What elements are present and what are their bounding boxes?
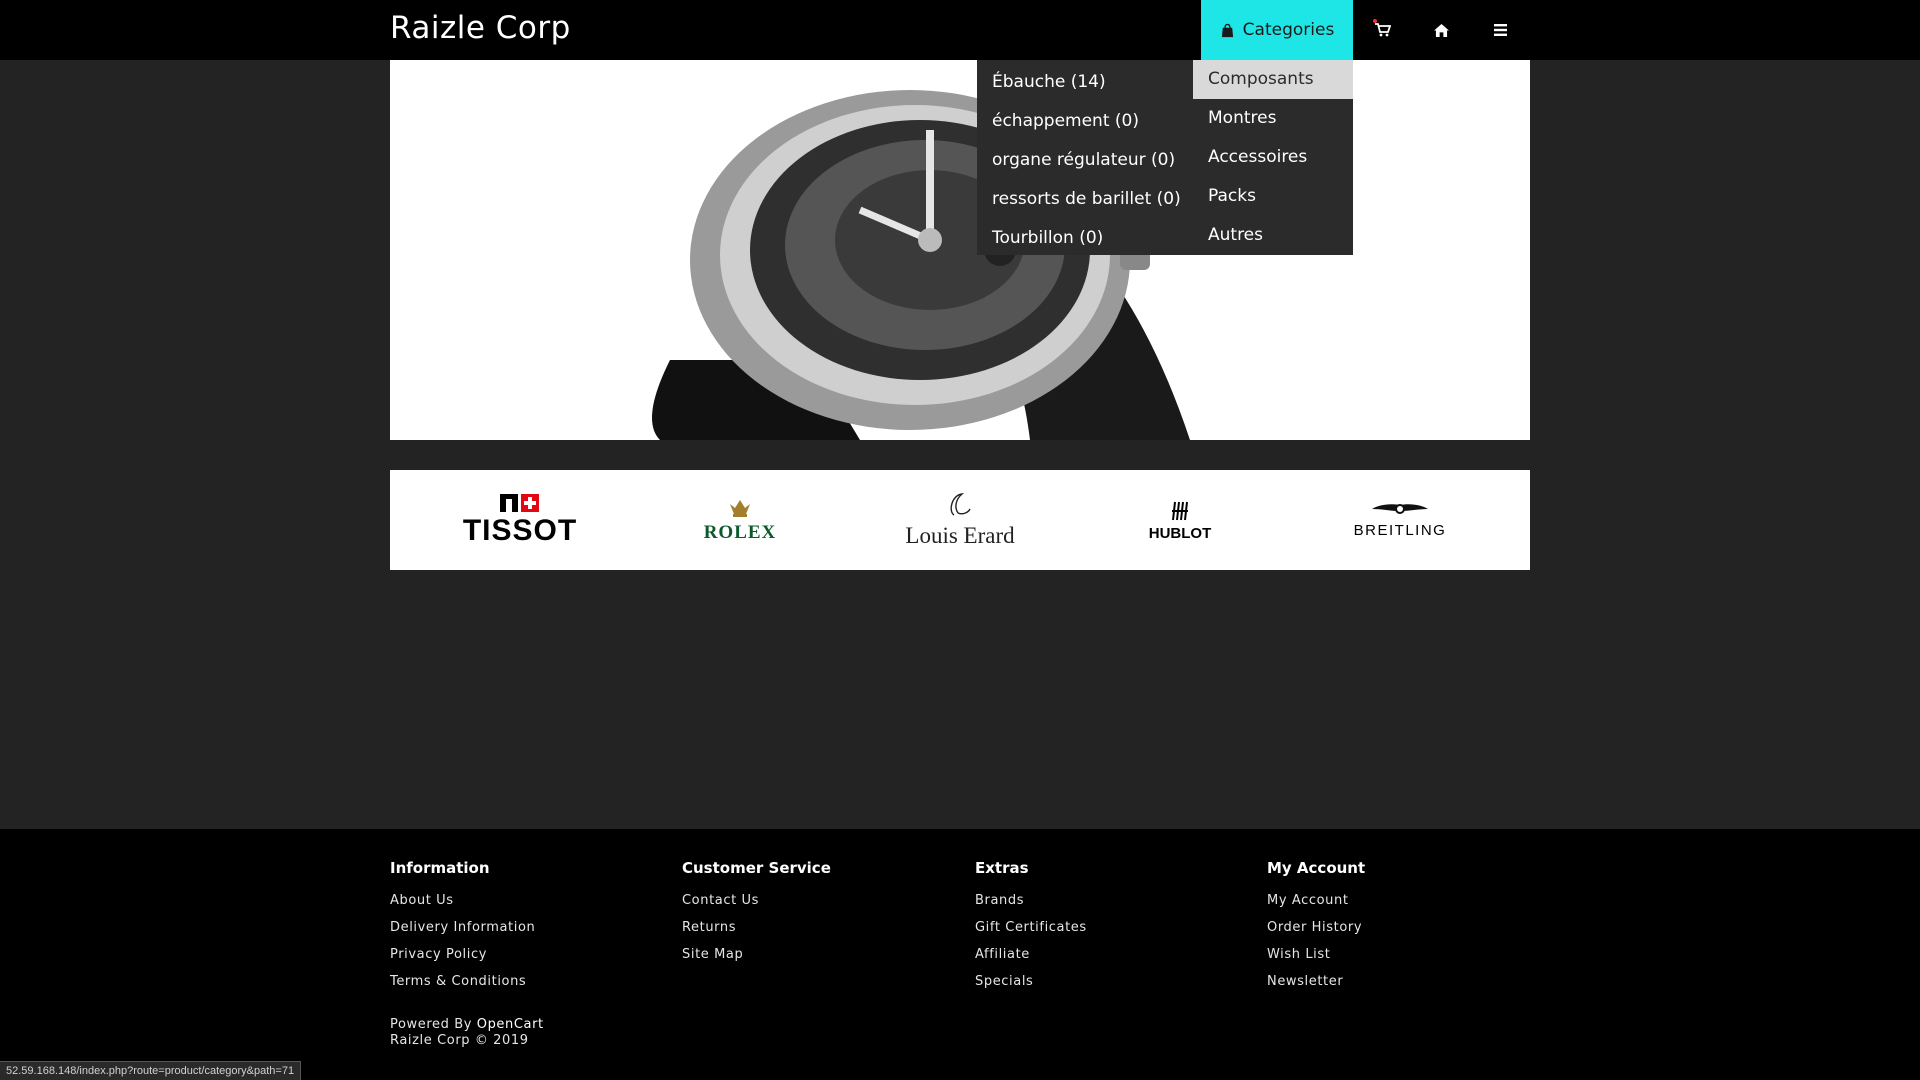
browser-status-url: 52.59.168.148/index.php?route=product/ca… (0, 1061, 302, 1080)
shopping-bag-icon (1221, 23, 1233, 37)
footer-column-my-account: My Account My Account Order History Wish… (1267, 859, 1365, 995)
brand-logo-louis-erard[interactable]: Louis Erard (860, 491, 1060, 549)
footer-link-privacy[interactable]: Privacy Policy (390, 941, 535, 968)
hublot-mark-icon (1172, 501, 1188, 520)
hamburger-icon (1494, 24, 1507, 36)
categories-label: Categories (1242, 20, 1335, 40)
brand-name: Louis Erard (905, 523, 1015, 548)
home-button[interactable] (1412, 0, 1471, 60)
subcategory-item[interactable]: Ébauche (14) (977, 63, 1193, 102)
subcategory-item[interactable]: organe régulateur (0) (977, 141, 1193, 180)
brand-name: TISSOT (462, 514, 578, 547)
brand-carousel: TISSOT ROLEX Louis Erard HUBLOT BREITLIN… (390, 470, 1530, 570)
footer-link-wish-list[interactable]: Wish List (1267, 941, 1365, 968)
footer-heading: Information (390, 859, 490, 877)
le-monogram-icon (950, 493, 971, 516)
footer-link-site-map[interactable]: Site Map (682, 941, 831, 968)
footer-link-terms[interactable]: Terms & Conditions (390, 968, 535, 995)
subcategory-item[interactable]: ressorts de barillet (0) (977, 180, 1193, 219)
site-logo[interactable]: Raizle Corp (390, 10, 571, 46)
powered-prefix: Powered By (390, 1017, 477, 1032)
copyright: Raizle Corp © 2019 (390, 1033, 529, 1048)
tissot-cross-icon (500, 494, 539, 512)
brand-name: HUBLOT (1148, 524, 1212, 542)
footer-column-information: Information About Us Delivery Informatio… (390, 859, 535, 995)
subcategory-item[interactable]: échappement (0) (977, 102, 1193, 141)
category-item-composants[interactable]: Composants (1193, 60, 1353, 99)
footer-link-about-us[interactable]: About Us (390, 887, 535, 914)
top-navbar: Raizle Corp Categories (0, 0, 1920, 60)
brand-name: BREITLING (1353, 522, 1447, 539)
footer-link-returns[interactable]: Returns (682, 914, 831, 941)
menu-button[interactable] (1471, 0, 1530, 60)
footer-heading: Customer Service (682, 859, 831, 877)
opencart-link[interactable]: OpenCart (477, 1017, 544, 1032)
subcategory-item[interactable]: Tourbillon (0) (977, 219, 1193, 258)
footer-heading: Extras (975, 859, 1029, 877)
footer-link-gift-certificates[interactable]: Gift Certificates (975, 914, 1087, 941)
brand-name: ROLEX (703, 522, 777, 543)
brand-logo-tissot[interactable]: TISSOT (420, 494, 620, 546)
footer-link-delivery[interactable]: Delivery Information (390, 914, 535, 941)
site-footer: Information About Us Delivery Informatio… (0, 829, 1920, 1080)
cart-badge (1373, 19, 1377, 23)
footer-link-my-account[interactable]: My Account (1267, 887, 1365, 914)
category-item-montres[interactable]: Montres (1193, 99, 1353, 138)
footer-column-customer-service: Customer Service Contact Us Returns Site… (682, 859, 831, 968)
brand-logo-hublot[interactable]: HUBLOT (1080, 500, 1280, 541)
footer-link-contact[interactable]: Contact Us (682, 887, 831, 914)
category-item-accessoires[interactable]: Accessoires (1193, 138, 1353, 177)
categories-menu-button[interactable]: Categories (1201, 0, 1353, 60)
home-icon (1434, 23, 1449, 37)
footer-link-affiliate[interactable]: Affiliate (975, 941, 1087, 968)
footer-link-specials[interactable]: Specials (975, 968, 1087, 995)
footer-heading: My Account (1267, 859, 1366, 877)
cart-icon (1374, 23, 1391, 37)
category-item-autres[interactable]: Autres (1193, 216, 1353, 255)
crown-icon (730, 500, 750, 517)
brand-logo-breitling[interactable]: BREITLING (1300, 501, 1500, 539)
footer-link-brands[interactable]: Brands (975, 887, 1087, 914)
hero-banner[interactable] (390, 60, 1530, 440)
footer-column-extras: Extras Brands Gift Certificates Affiliat… (975, 859, 1087, 995)
wings-icon (1372, 504, 1428, 514)
cart-button[interactable] (1353, 0, 1412, 60)
category-item-packs[interactable]: Packs (1193, 177, 1353, 216)
footer-link-order-history[interactable]: Order History (1267, 914, 1365, 941)
category-dropdown: Composants Montres Accessoires Packs Aut… (1193, 60, 1353, 255)
brand-logo-rolex[interactable]: ROLEX (640, 496, 840, 544)
watch-image (652, 90, 1190, 440)
footer-link-newsletter[interactable]: Newsletter (1267, 968, 1365, 995)
footer-powered-by: Powered By OpenCart Raizle Corp © 2019 (390, 1017, 544, 1049)
subcategory-dropdown: Ébauche (14) échappement (0) organe régu… (977, 60, 1193, 255)
